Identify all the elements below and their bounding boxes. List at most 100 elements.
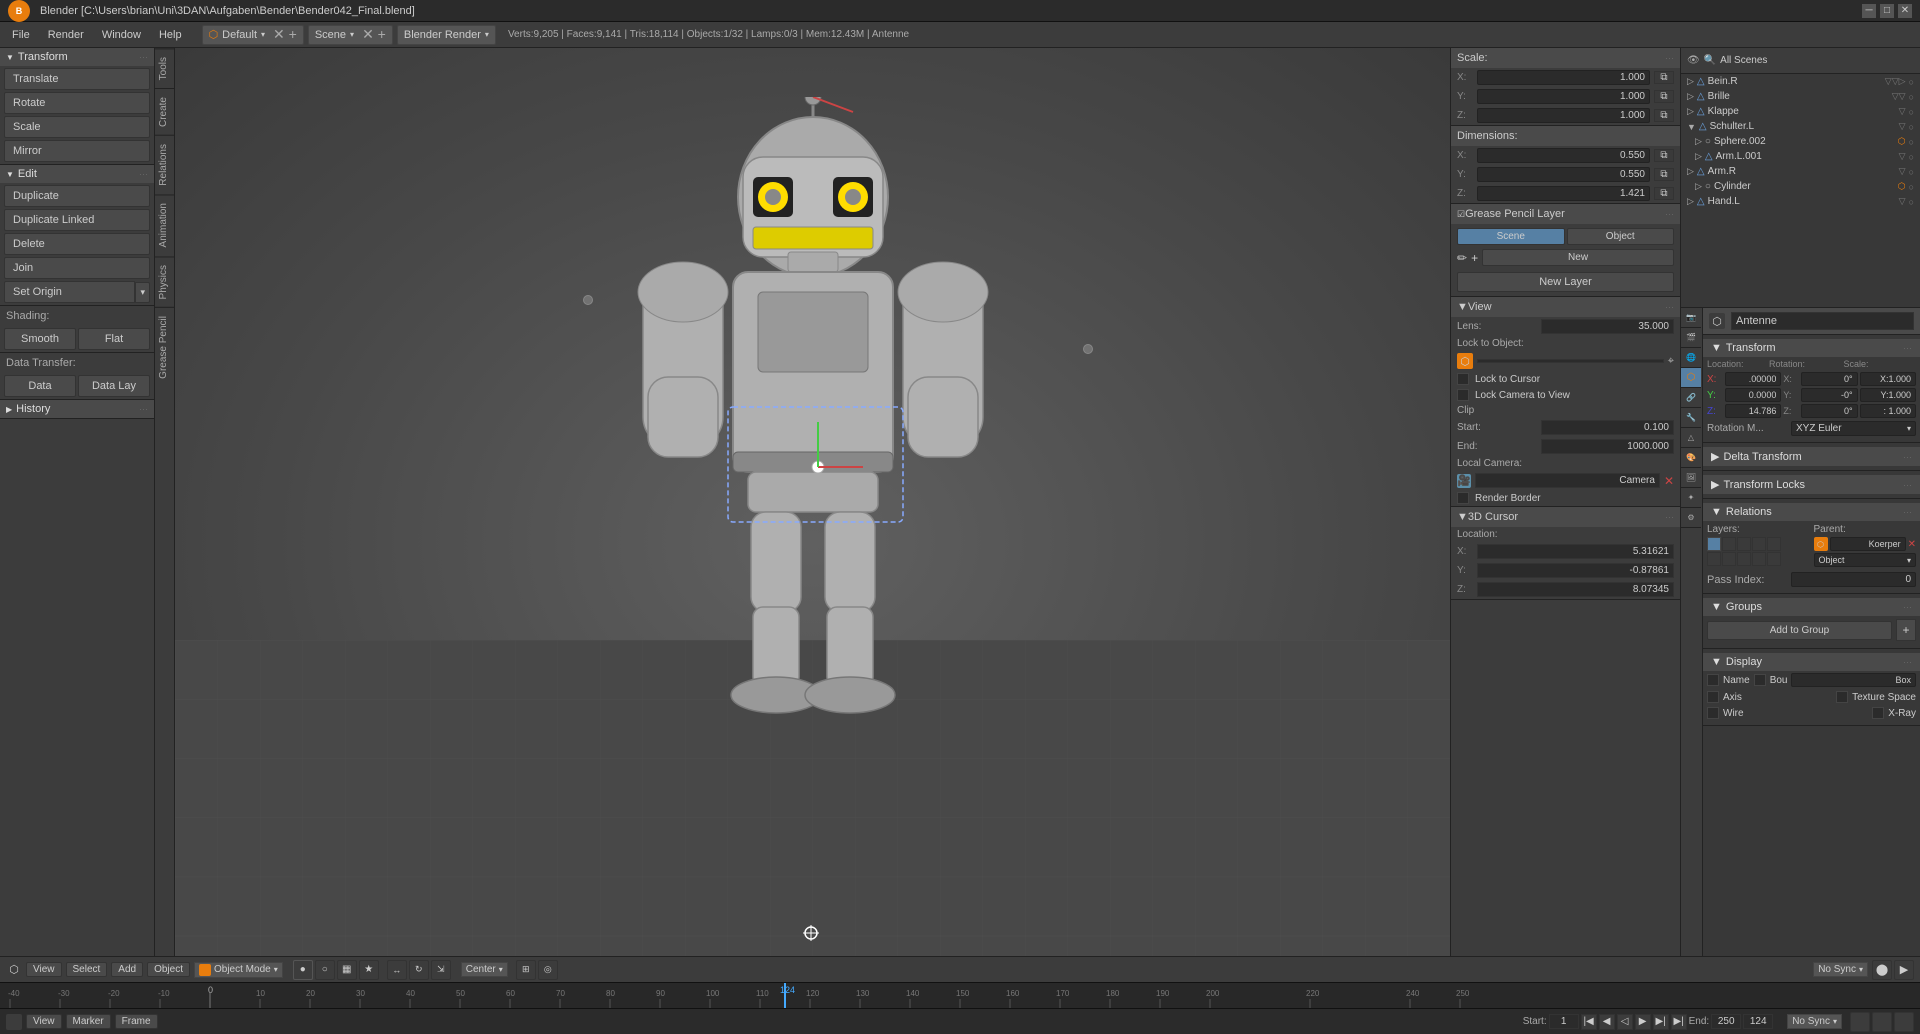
outliner-item-sphere[interactable]: ▷ ○ Sphere.002 ⬡ ○ — [1681, 134, 1920, 149]
transform-props-header[interactable]: ▼ Transform ··· — [1703, 339, 1920, 357]
object-name-input[interactable]: Antenne — [1731, 312, 1914, 330]
data-button[interactable]: Data — [4, 375, 76, 397]
lens-input[interactable]: 35.000 — [1541, 319, 1674, 334]
display-header[interactable]: ▼ Display ··· — [1703, 653, 1920, 671]
lock-object-input[interactable] — [1477, 359, 1664, 363]
loc-z-input[interactable]: 14.786 — [1725, 404, 1781, 418]
visibility-icon-armr[interactable]: ▽ — [1899, 166, 1906, 177]
layer-6[interactable] — [1707, 552, 1721, 566]
play-forward-btn[interactable]: ▶ — [1635, 1014, 1651, 1030]
scale-tool-btn[interactable]: ⇲ — [431, 960, 451, 980]
object-tab[interactable]: Object — [1567, 228, 1675, 245]
tab-grease-pencil[interactable]: Grease Pencil — [155, 307, 174, 387]
timeline-frame-btn[interactable]: Frame — [115, 1014, 158, 1029]
bou-checkbox[interactable] — [1754, 674, 1766, 686]
render-icon-schulter[interactable]: ○ — [1909, 122, 1914, 132]
mode-selector[interactable]: Object Mode ▾ — [194, 962, 283, 978]
scale-button[interactable]: Scale — [4, 116, 150, 138]
view-menu-btn[interactable]: View — [26, 962, 62, 977]
object-icon-btn[interactable]: ⬡ — [1681, 368, 1701, 388]
render-icon-bein[interactable]: ○ — [1909, 77, 1914, 87]
join-button[interactable]: Join — [4, 257, 150, 279]
name-checkbox[interactable] — [1707, 674, 1719, 686]
edit-header[interactable]: ▼ Edit ··· — [0, 165, 154, 183]
data-lay-button[interactable]: Data Lay — [78, 375, 150, 397]
flat-button[interactable]: Flat — [78, 328, 150, 350]
new-button[interactable]: New — [1482, 249, 1674, 266]
lock-object-eyedropper[interactable]: ⌖ — [1668, 355, 1674, 368]
workspace-selector[interactable]: ⬡ Default ▾ ✕ + — [202, 25, 304, 45]
box-select[interactable]: Box — [1791, 673, 1916, 687]
solid-shading-btn[interactable]: ● — [293, 960, 313, 980]
dim-z-copy-icon[interactable]: ⧉ — [1654, 187, 1674, 200]
view-header[interactable]: ▼ View ··· — [1451, 297, 1680, 317]
rot-y-input[interactable]: -0° — [1801, 388, 1857, 402]
parent-type-select[interactable]: Object ▾ — [1814, 553, 1917, 567]
texture-space-checkbox[interactable] — [1836, 691, 1848, 703]
visibility-icon-hand[interactable]: ▽ — [1899, 196, 1906, 207]
constraints-icon-btn[interactable]: 🔗 — [1681, 388, 1701, 408]
pencil-icon[interactable]: ✏ — [1457, 251, 1467, 265]
close-button[interactable]: ✕ — [1898, 4, 1912, 18]
duplicate-button[interactable]: Duplicate — [4, 185, 150, 207]
render-icon-hand[interactable]: ○ — [1909, 197, 1914, 207]
scale-x-value[interactable]: 1.000 — [1477, 70, 1650, 85]
texture-shading-btn[interactable]: ▦ — [337, 960, 357, 980]
dim-z-value[interactable]: 1.421 — [1477, 186, 1650, 201]
pass-index-input[interactable]: 0 — [1791, 572, 1916, 587]
scale-header[interactable]: Scale: ··· — [1451, 48, 1680, 68]
outliner-item-schulter[interactable]: ▼ △ Schulter.L ▽ ○ — [1681, 119, 1920, 134]
gpencil-btn[interactable] — [1894, 1012, 1914, 1032]
play-btn[interactable]: ▶ — [1894, 960, 1914, 980]
tab-tools[interactable]: Tools — [155, 48, 174, 88]
title-bar-controls[interactable]: ─ □ ✕ — [1862, 4, 1912, 18]
render-border-checkbox[interactable] — [1457, 492, 1469, 504]
dim-x-copy-icon[interactable]: ⧉ — [1654, 149, 1674, 162]
grease-pencil-header[interactable]: ☑ Grease Pencil Layer ··· — [1451, 204, 1680, 224]
select-menu-btn[interactable]: Select — [66, 962, 108, 977]
step-forward-btn[interactable]: ▶| — [1653, 1014, 1669, 1030]
layer-8[interactable] — [1737, 552, 1751, 566]
viewport[interactable]: User Ortho — [175, 48, 1450, 1034]
particle-icon-btn[interactable]: ✦ — [1681, 488, 1701, 508]
add-menu-btn[interactable]: Add — [111, 962, 143, 977]
scale-z-value[interactable]: 1.000 — [1477, 108, 1650, 123]
record-btn[interactable]: ⬤ — [1872, 960, 1892, 980]
layer-4[interactable] — [1752, 537, 1766, 551]
dimensions-header[interactable]: Dimensions: — [1451, 126, 1680, 146]
render-icon-btn[interactable]: 📷 — [1681, 308, 1701, 328]
viewport-type-icon[interactable]: ⬡ — [6, 962, 22, 978]
duplicate-linked-button[interactable]: Duplicate Linked — [4, 209, 150, 231]
groups-header[interactable]: ▼ Groups ··· — [1703, 598, 1920, 616]
texture-icon-btn[interactable]: 🖼 — [1681, 468, 1701, 488]
layer-1[interactable] — [1707, 537, 1721, 551]
translate-button[interactable]: Translate — [4, 68, 150, 90]
loc-y-input[interactable]: 0.0000 — [1725, 388, 1781, 402]
plus-icon[interactable]: + — [1471, 251, 1478, 265]
clip-start-input[interactable]: 0.100 — [1541, 420, 1674, 435]
render-icon-klappe[interactable]: ○ — [1909, 107, 1914, 117]
timeline-view-btn[interactable]: View — [26, 1014, 62, 1029]
clip-end-input[interactable]: 1000.000 — [1541, 439, 1674, 454]
xray-checkbox[interactable] — [1872, 707, 1884, 719]
menu-file[interactable]: File — [4, 27, 38, 43]
go-start-btn[interactable]: |◀ — [1581, 1014, 1597, 1030]
set-origin-button[interactable]: Set Origin — [4, 281, 135, 303]
maximize-button[interactable]: □ — [1880, 4, 1894, 18]
cursor-y-input[interactable]: -0.87861 — [1477, 563, 1674, 578]
cursor-x-input[interactable]: 5.31621 — [1477, 544, 1674, 559]
wire-checkbox[interactable] — [1707, 707, 1719, 719]
scale-y-input[interactable]: Y:1.000 — [1860, 388, 1916, 402]
transform-header[interactable]: ▼ Transform ··· — [0, 48, 154, 66]
render-icon-cylinder[interactable]: ○ — [1909, 182, 1914, 192]
go-end-btn[interactable]: ▶| — [1671, 1014, 1687, 1030]
mirror-button[interactable]: Mirror — [4, 140, 150, 162]
proportional-btn[interactable]: ◎ — [538, 960, 558, 980]
keyframe-btn[interactable] — [1872, 1012, 1892, 1032]
rot-x-input[interactable]: 0° — [1801, 372, 1857, 386]
layer-9[interactable] — [1752, 552, 1766, 566]
end-frame-input[interactable]: 250 — [1711, 1014, 1741, 1029]
axis-checkbox[interactable] — [1707, 691, 1719, 703]
lock-camera-checkbox[interactable] — [1457, 389, 1469, 401]
tab-relations[interactable]: Relations — [155, 135, 174, 194]
